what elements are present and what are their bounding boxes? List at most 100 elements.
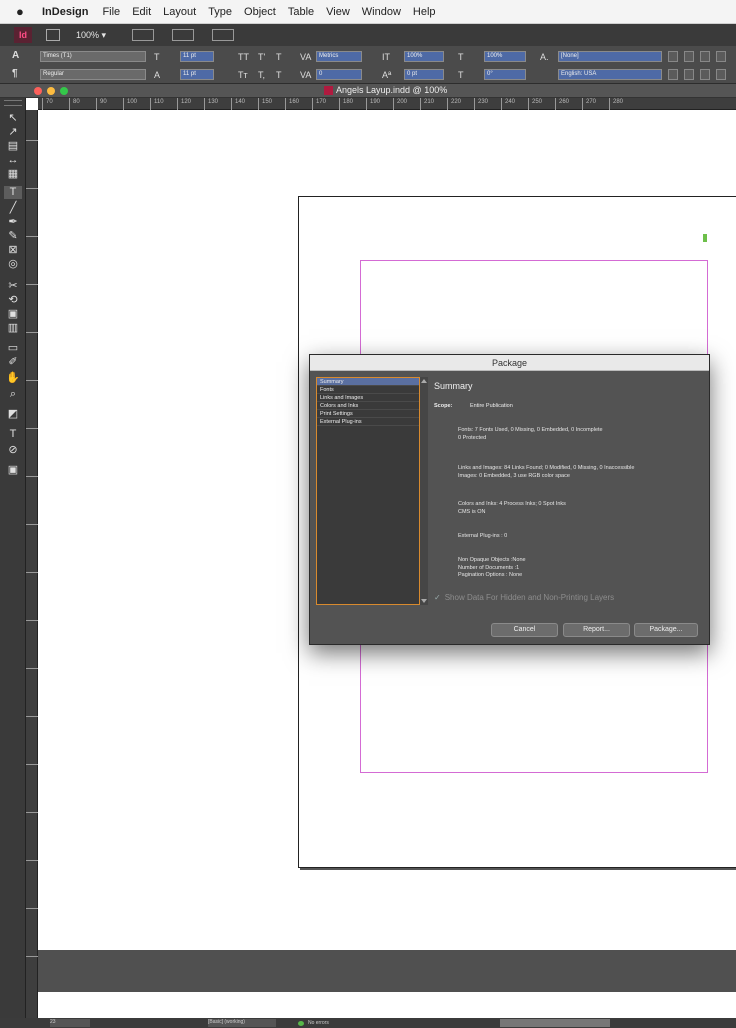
category-list: Summary Fonts Links and Images Colors an… xyxy=(316,377,420,605)
menu-type[interactable]: Type xyxy=(208,6,232,18)
character-style-field[interactable]: [None] xyxy=(558,51,662,62)
type-tool-icon[interactable]: T xyxy=(4,186,22,199)
align-right-icon[interactable] xyxy=(700,51,710,62)
category-summary[interactable]: Summary xyxy=(317,378,419,386)
baseline-shift-field[interactable]: 0 pt xyxy=(404,69,444,80)
align-center-icon[interactable] xyxy=(684,51,694,62)
horizontal-scale-field[interactable]: 100% xyxy=(484,51,526,62)
direct-selection-tool-icon[interactable]: ↗ xyxy=(4,126,22,139)
cancel-button[interactable]: Cancel xyxy=(491,623,558,637)
underline-icon[interactable]: T xyxy=(276,52,282,62)
zoom-level-dropdown[interactable]: 100% ▾ xyxy=(76,30,106,41)
menu-object[interactable]: Object xyxy=(244,6,276,18)
menu-help[interactable]: Help xyxy=(413,6,436,18)
next-spread[interactable] xyxy=(38,992,736,1018)
towards-spine-icon[interactable] xyxy=(668,69,678,80)
control-panel: A Times (T1) T 11 pt TT T' T VA Metrics … xyxy=(0,46,736,84)
minimize-window-button[interactable] xyxy=(47,87,55,95)
menu-file[interactable]: File xyxy=(102,6,120,18)
font-family-field[interactable]: Times (T1) xyxy=(40,51,146,62)
screen-mode-icon[interactable] xyxy=(172,29,195,41)
zoom-tool-icon[interactable]: ⌕ xyxy=(4,388,22,401)
note-tool-icon[interactable]: ▭ xyxy=(4,342,22,355)
font-size-field[interactable]: 11 pt xyxy=(180,51,214,62)
apply-none-icon[interactable]: ⊘ xyxy=(4,444,22,457)
language-field[interactable]: English: USA xyxy=(558,69,662,80)
scroll-down-icon[interactable] xyxy=(421,599,427,603)
skew-field[interactable]: 0° xyxy=(484,69,526,80)
category-links-and-images[interactable]: Links and Images xyxy=(317,394,419,402)
align-left-icon[interactable] xyxy=(668,51,678,62)
category-fonts[interactable]: Fonts xyxy=(317,386,419,394)
away-spine-icon[interactable] xyxy=(684,69,694,80)
free-transform-tool-icon[interactable]: ⟲ xyxy=(4,294,22,307)
hand-tool-icon[interactable]: ✋ xyxy=(4,372,22,385)
eyedropper-tool-icon[interactable]: ✐ xyxy=(4,356,22,369)
show-hidden-layers-checkbox[interactable]: ✓ Show Data For Hidden and Non-Printing … xyxy=(434,593,614,602)
preflight-profile[interactable]: [Basic] (working) xyxy=(208,1019,276,1027)
scissors-tool-icon[interactable]: ✂ xyxy=(4,280,22,293)
ruler-tick xyxy=(26,524,38,525)
font-style-field[interactable]: Regular xyxy=(40,69,146,80)
justify-all-icon[interactable] xyxy=(716,69,726,80)
menu-layout[interactable]: Layout xyxy=(163,6,196,18)
page-tool-icon[interactable]: ▤ xyxy=(4,140,22,153)
character-mode-icon[interactable]: A xyxy=(12,50,19,61)
leading-field[interactable]: 11 pt xyxy=(180,69,214,80)
summary-heading: Summary xyxy=(434,381,473,391)
view-options-icon[interactable] xyxy=(132,29,155,41)
bridge-icon[interactable] xyxy=(46,29,60,41)
menu-window[interactable]: Window xyxy=(362,6,401,18)
category-colors-and-inks[interactable]: Colors and Inks xyxy=(317,402,419,410)
panel-grip[interactable] xyxy=(4,100,22,106)
justify-last-icon[interactable] xyxy=(700,69,710,80)
line-tool-icon[interactable]: ╱ xyxy=(4,202,22,215)
gradient-feather-tool-icon[interactable]: ▥ xyxy=(4,322,22,335)
align-justify-icon[interactable] xyxy=(716,51,726,62)
menu-view[interactable]: View xyxy=(326,6,350,18)
ruler-tick xyxy=(474,98,475,110)
close-window-button[interactable] xyxy=(34,87,42,95)
package-button[interactable]: Package... xyxy=(634,623,698,637)
apple-icon[interactable]: ● xyxy=(16,4,28,19)
menu-app-name[interactable]: InDesign xyxy=(42,6,88,18)
zoom-window-button[interactable] xyxy=(60,87,68,95)
small-caps-icon[interactable]: Tт xyxy=(238,70,248,80)
screen-mode-tool-icon[interactable]: ▣ xyxy=(4,464,22,477)
superscript-icon[interactable]: T' xyxy=(258,52,265,62)
report-button[interactable]: Report... xyxy=(563,623,630,637)
strikethrough-icon[interactable]: T xyxy=(276,70,282,80)
scroll-up-icon[interactable] xyxy=(421,379,427,383)
selection-tool-icon[interactable]: ↖ xyxy=(4,112,22,125)
subscript-icon[interactable]: T, xyxy=(258,70,265,80)
kerning-field[interactable]: Metrics xyxy=(316,51,362,62)
pen-tool-icon[interactable]: ✒ xyxy=(4,216,22,229)
dialog-title[interactable]: Package xyxy=(310,355,709,371)
horizontal-scrollbar[interactable] xyxy=(500,1019,610,1027)
vertical-ruler[interactable] xyxy=(26,110,38,1018)
gap-tool-icon[interactable]: ↔ xyxy=(4,154,22,167)
pencil-tool-icon[interactable]: ✎ xyxy=(4,230,22,243)
category-external-plugins[interactable]: External Plug-ins xyxy=(317,418,419,426)
tracking-field[interactable]: 0 xyxy=(316,69,362,80)
show-hidden-layers-label: Show Data For Hidden and Non-Printing La… xyxy=(444,593,615,602)
horizontal-ruler[interactable]: 70 80 90 100 110 120 130 140 150 160 170… xyxy=(38,98,736,110)
ellipse-tool-icon[interactable]: ◎ xyxy=(4,258,22,271)
category-print-settings[interactable]: Print Settings xyxy=(317,410,419,418)
gradient-swatch-tool-icon[interactable]: ▣ xyxy=(4,308,22,321)
rectangle-frame-tool-icon[interactable]: ⊠ xyxy=(4,244,22,257)
formatting-affects-text-icon[interactable]: T xyxy=(4,428,22,441)
menu-edit[interactable]: Edit xyxy=(132,6,151,18)
menu-table[interactable]: Table xyxy=(288,6,314,18)
preflight-errors[interactable]: No errors xyxy=(308,1020,329,1026)
ruler-label: 260 xyxy=(559,99,570,105)
content-collector-icon[interactable]: ▦ xyxy=(4,168,22,181)
paragraph-mode-icon[interactable]: ¶ xyxy=(12,68,18,79)
fill-stroke-icon[interactable]: ◩ xyxy=(4,408,22,421)
page-number-field[interactable]: 23 xyxy=(50,1019,90,1027)
vertical-scale-field[interactable]: 100% xyxy=(404,51,444,62)
arrange-documents-icon[interactable] xyxy=(212,29,235,41)
category-scrollbar[interactable] xyxy=(420,377,428,605)
ruler-tick xyxy=(26,572,38,573)
all-caps-icon[interactable]: TT xyxy=(238,52,249,62)
